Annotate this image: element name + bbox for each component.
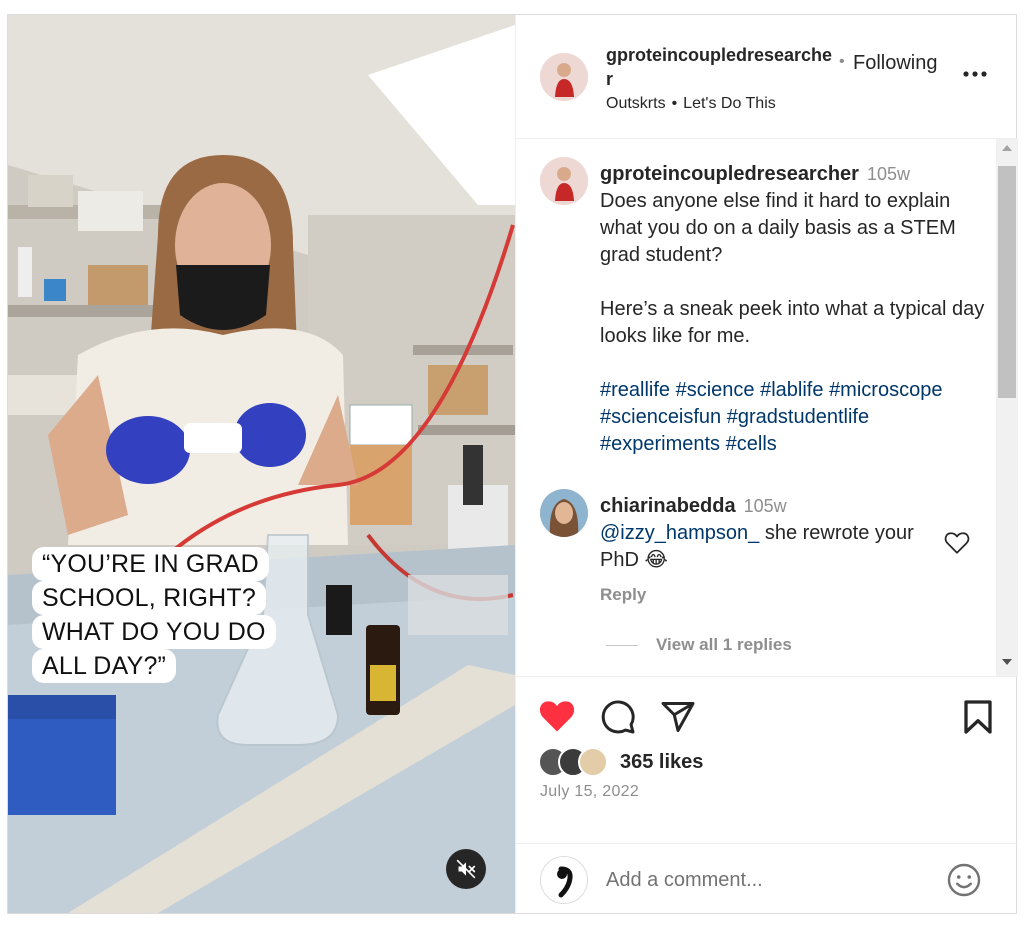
post-header: gproteincoupledresearcher • Following Ou… (516, 15, 1018, 139)
hashtag-link[interactable]: #gradstudentlife (727, 406, 869, 428)
caption-paragraph-1: Does anyone else find it hard to explain… (600, 190, 956, 266)
audio-dot-separator: • (671, 95, 678, 112)
overlay-line: ALL DAY?” (32, 649, 177, 683)
mute-toggle-button[interactable] (446, 849, 486, 889)
paper-plane-icon (661, 702, 695, 732)
hashtag-link[interactable]: #reallife (600, 379, 670, 401)
owner-avatar-image (540, 53, 588, 101)
current-user-avatar-image (541, 857, 587, 903)
speech-bubble-icon (601, 700, 635, 734)
hashtag-link[interactable]: #science (676, 379, 755, 401)
add-comment-input[interactable] (606, 866, 916, 894)
comment-mention[interactable]: @izzy_hampson_ (600, 522, 759, 544)
post-card: “YOU’RE IN GRAD SCHOOL, RIGHT? WHAT DO Y… (7, 14, 1018, 914)
comment-like-button[interactable] (944, 531, 970, 560)
post-caption: gproteincoupledresearcher 105w Does anyon… (600, 161, 985, 458)
bookmark-icon (964, 700, 992, 734)
reply-button[interactable]: Reply (600, 585, 646, 605)
hashtag-link[interactable]: #lablife (760, 379, 823, 401)
current-user-avatar (540, 856, 588, 904)
more-options-button[interactable] (962, 59, 988, 79)
owner-username[interactable]: gproteincoupledresearcher (606, 43, 838, 91)
lab-scene-image (8, 15, 515, 913)
commenter-avatar[interactable] (540, 489, 588, 537)
likes-count[interactable]: 365 likes (620, 751, 703, 774)
comment-button[interactable] (600, 699, 636, 740)
comments-scrollbar[interactable] (996, 139, 1018, 676)
scroll-up-arrow[interactable] (1002, 145, 1012, 151)
overlay-line: WHAT DO YOU DO (32, 615, 276, 649)
post-side-panel: gproteincoupledresearcher • Following Ou… (515, 15, 1018, 913)
caption-hashtags: #reallife #science #lablife #microscope … (600, 377, 985, 458)
scroll-down-arrow[interactable] (1002, 659, 1012, 665)
save-button[interactable] (962, 699, 994, 740)
liked-by-avatars[interactable] (538, 747, 628, 779)
following-button[interactable]: Following (853, 52, 937, 75)
share-button[interactable] (660, 699, 696, 740)
ellipsis-icon (963, 71, 987, 77)
emoji-picker-button[interactable] (946, 862, 982, 903)
comment-item: chiarinabedda 105w @izzy_hampson_ she rew… (600, 493, 940, 574)
smiley-icon (947, 863, 981, 897)
comment-username[interactable]: chiarinabedda (600, 495, 736, 517)
hashtag-link[interactable]: #scienceisfun (600, 406, 721, 428)
liker-avatar (578, 747, 608, 777)
speaker-muted-icon (456, 859, 476, 879)
audio-artist: Outskrts (606, 95, 666, 112)
add-comment-bar (516, 843, 1018, 914)
caption-timestamp[interactable]: 105w (867, 164, 910, 184)
hashtag-link[interactable]: #cells (726, 433, 777, 455)
comment-timestamp[interactable]: 105w (744, 496, 787, 516)
scrollbar-thumb[interactable] (998, 166, 1016, 398)
caption-avatar-image (540, 157, 588, 205)
view-replies-button[interactable]: View all 1 replies (600, 635, 792, 655)
hashtag-link[interactable]: #experiments (600, 433, 720, 455)
post-video[interactable]: “YOU’RE IN GRAD SCHOOL, RIGHT? WHAT DO Y… (8, 15, 515, 913)
commenter-avatar-image (540, 489, 588, 537)
overlay-line: “YOU’RE IN GRAD (32, 547, 269, 581)
video-text-overlay: “YOU’RE IN GRAD SCHOOL, RIGHT? WHAT DO Y… (32, 547, 276, 683)
header-dot-separator: • (839, 53, 845, 70)
heart-outline-icon (944, 532, 970, 554)
caption-paragraph-2: Here’s a sneak peek into what a typical … (600, 298, 985, 347)
overlay-line: SCHOOL, RIGHT? (32, 581, 266, 615)
post-date[interactable]: July 15, 2022 (540, 783, 639, 801)
owner-avatar[interactable] (540, 53, 588, 101)
audio-attribution[interactable]: Outskrts • Let's Do This (606, 95, 776, 113)
comments-list[interactable]: gproteincoupledresearcher 105w Does anyon… (516, 139, 1018, 676)
audio-track: Let's Do This (683, 95, 776, 112)
hashtag-link[interactable]: #microscope (829, 379, 942, 401)
heart-filled-icon (539, 701, 575, 732)
caption-avatar[interactable] (540, 157, 588, 205)
post-actions: 365 likes July 15, 2022 (516, 676, 1018, 913)
caption-username[interactable]: gproteincoupledresearcher (600, 163, 859, 185)
like-button[interactable] (538, 699, 576, 738)
